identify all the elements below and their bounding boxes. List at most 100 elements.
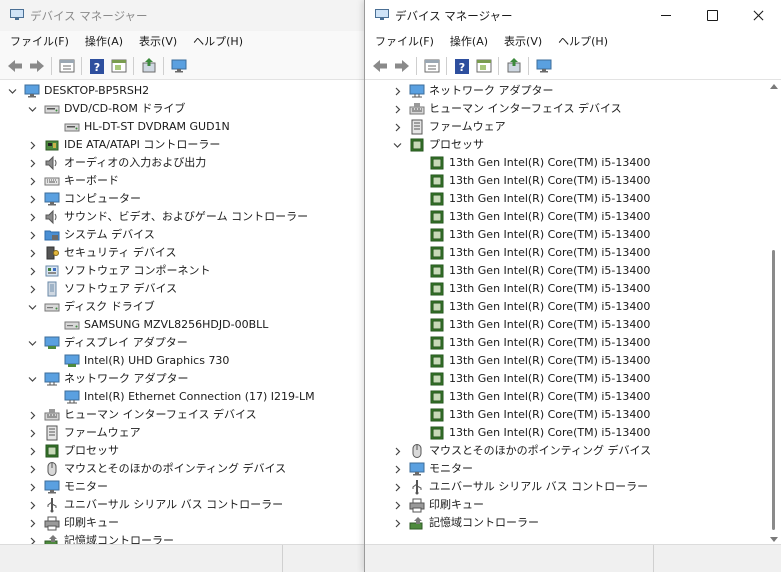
collapsed-chevron-icon[interactable] (393, 483, 401, 492)
device-item[interactable]: Intel(R) UHD Graphics 730 (0, 352, 365, 370)
device-category[interactable]: キーボード (0, 172, 365, 190)
title-bar[interactable]: デバイス マネージャー (0, 0, 365, 31)
device-category[interactable]: 記憶域コントローラー (365, 514, 767, 532)
device-category[interactable]: 印刷キュー (365, 496, 767, 514)
device-category[interactable]: ネットワーク アダプター (0, 370, 365, 388)
help-icon[interactable]: ? (88, 57, 106, 75)
device-item[interactable]: 13th Gen Intel(R) Core(TM) i5-13400 (365, 388, 767, 406)
device-category[interactable]: ユニバーサル シリアル バス コントローラー (365, 478, 767, 496)
collapsed-chevron-icon[interactable] (28, 195, 36, 204)
back-arrow-icon[interactable] (6, 57, 24, 75)
collapsed-chevron-icon[interactable] (28, 177, 36, 186)
collapsed-chevron-icon[interactable] (28, 267, 36, 276)
collapsed-chevron-icon[interactable] (28, 249, 36, 258)
collapsed-chevron-icon[interactable] (28, 465, 36, 474)
device-item[interactable]: 13th Gen Intel(R) Core(TM) i5-13400 (365, 262, 767, 280)
view-icon[interactable] (110, 57, 128, 75)
collapsed-chevron-icon[interactable] (28, 159, 36, 168)
device-item[interactable]: 13th Gen Intel(R) Core(TM) i5-13400 (365, 226, 767, 244)
collapsed-chevron-icon[interactable] (393, 519, 401, 528)
device-category[interactable]: プロセッサ (365, 136, 767, 154)
device-category[interactable]: マウスとそのほかのポインティング デバイス (365, 442, 767, 460)
vertical-scrollbar[interactable] (769, 82, 779, 544)
device-item[interactable]: 13th Gen Intel(R) Core(TM) i5-13400 (365, 280, 767, 298)
device-item[interactable]: 13th Gen Intel(R) Core(TM) i5-13400 (365, 154, 767, 172)
device-category[interactable]: 記憶域コントローラー (0, 532, 365, 544)
collapsed-chevron-icon[interactable] (28, 447, 36, 456)
view-icon[interactable] (475, 57, 493, 75)
device-category[interactable]: IDE ATA/ATAPI コントローラー (0, 136, 365, 154)
collapsed-chevron-icon[interactable] (393, 501, 401, 510)
forward-arrow-icon[interactable] (393, 57, 411, 75)
collapsed-chevron-icon[interactable] (28, 519, 36, 528)
device-category[interactable]: ヒューマン インターフェイス デバイス (365, 100, 767, 118)
menu-file[interactable]: ファイル(F) (369, 31, 440, 53)
device-item[interactable]: 13th Gen Intel(R) Core(TM) i5-13400 (365, 334, 767, 352)
expanded-chevron-icon[interactable] (28, 303, 37, 311)
collapsed-chevron-icon[interactable] (393, 87, 401, 96)
device-item[interactable]: Intel(R) Ethernet Connection (17) I219-L… (0, 388, 365, 406)
scroll-up-arrow-icon[interactable] (770, 84, 778, 89)
device-category[interactable]: システム デバイス (0, 226, 365, 244)
collapsed-chevron-icon[interactable] (28, 429, 36, 438)
title-bar[interactable]: デバイス マネージャー (365, 0, 781, 31)
device-category[interactable]: ヒューマン インターフェイス デバイス (0, 406, 365, 424)
device-item[interactable]: HL-DT-ST DVDRAM GUD1N (0, 118, 365, 136)
device-category[interactable]: ネットワーク アダプター (365, 82, 767, 100)
device-category[interactable]: ユニバーサル シリアル バス コントローラー (0, 496, 365, 514)
device-item[interactable]: 13th Gen Intel(R) Core(TM) i5-13400 (365, 190, 767, 208)
expanded-chevron-icon[interactable] (28, 105, 37, 113)
device-item[interactable]: 13th Gen Intel(R) Core(TM) i5-13400 (365, 352, 767, 370)
device-category[interactable]: プロセッサ (0, 442, 365, 460)
device-item[interactable]: SAMSUNG MZVL8256HDJD-00BLL (0, 316, 365, 334)
collapsed-chevron-icon[interactable] (28, 411, 36, 420)
tree-root[interactable]: DESKTOP-BP5RSH2 (0, 82, 365, 100)
device-category[interactable]: ファームウェア (0, 424, 365, 442)
device-category[interactable]: モニター (365, 460, 767, 478)
device-item[interactable]: 13th Gen Intel(R) Core(TM) i5-13400 (365, 406, 767, 424)
device-item[interactable]: 13th Gen Intel(R) Core(TM) i5-13400 (365, 298, 767, 316)
menu-action[interactable]: 操作(A) (444, 31, 494, 53)
device-category[interactable]: ファームウェア (365, 118, 767, 136)
close-button[interactable] (735, 0, 781, 31)
device-category[interactable]: ディスク ドライブ (0, 298, 365, 316)
device-category[interactable]: セキュリティ デバイス (0, 244, 365, 262)
collapsed-chevron-icon[interactable] (28, 213, 36, 222)
monitor-icon[interactable] (170, 57, 188, 75)
device-item[interactable]: 13th Gen Intel(R) Core(TM) i5-13400 (365, 424, 767, 442)
device-item[interactable]: 13th Gen Intel(R) Core(TM) i5-13400 (365, 370, 767, 388)
collapsed-chevron-icon[interactable] (393, 465, 401, 474)
collapsed-chevron-icon[interactable] (28, 483, 36, 492)
menu-view[interactable]: 表示(V) (133, 31, 183, 53)
device-category[interactable]: コンピューター (0, 190, 365, 208)
device-category[interactable]: DVD/CD-ROM ドライブ (0, 100, 365, 118)
device-item[interactable]: 13th Gen Intel(R) Core(TM) i5-13400 (365, 316, 767, 334)
minimize-button[interactable] (643, 0, 689, 31)
device-category[interactable]: サウンド、ビデオ、およびゲーム コントローラー (0, 208, 365, 226)
menu-action[interactable]: 操作(A) (79, 31, 129, 53)
monitor-icon[interactable] (535, 57, 553, 75)
scroll-down-arrow-icon[interactable] (770, 537, 778, 542)
menu-help[interactable]: ヘルプ(H) (187, 31, 249, 53)
device-category[interactable]: ソフトウェア デバイス (0, 280, 365, 298)
expanded-chevron-icon[interactable] (393, 141, 402, 149)
properties-icon[interactable] (423, 57, 441, 75)
collapsed-chevron-icon[interactable] (393, 123, 401, 132)
device-category[interactable]: マウスとそのほかのポインティング デバイス (0, 460, 365, 478)
collapsed-chevron-icon[interactable] (393, 447, 401, 456)
scrollbar-thumb[interactable] (772, 250, 775, 530)
menu-help[interactable]: ヘルプ(H) (552, 31, 614, 53)
collapsed-chevron-icon[interactable] (28, 285, 36, 294)
properties-icon[interactable] (58, 57, 76, 75)
collapsed-chevron-icon[interactable] (393, 105, 401, 114)
expanded-chevron-icon[interactable] (28, 339, 37, 347)
expanded-chevron-icon[interactable] (8, 87, 17, 95)
device-item[interactable]: 13th Gen Intel(R) Core(TM) i5-13400 (365, 208, 767, 226)
collapsed-chevron-icon[interactable] (28, 537, 36, 544)
update-driver-icon[interactable] (505, 57, 523, 75)
help-icon[interactable]: ? (453, 57, 471, 75)
menu-file[interactable]: ファイル(F) (4, 31, 75, 53)
device-category[interactable]: オーディオの入力および出力 (0, 154, 365, 172)
device-item[interactable]: 13th Gen Intel(R) Core(TM) i5-13400 (365, 244, 767, 262)
update-driver-icon[interactable] (140, 57, 158, 75)
